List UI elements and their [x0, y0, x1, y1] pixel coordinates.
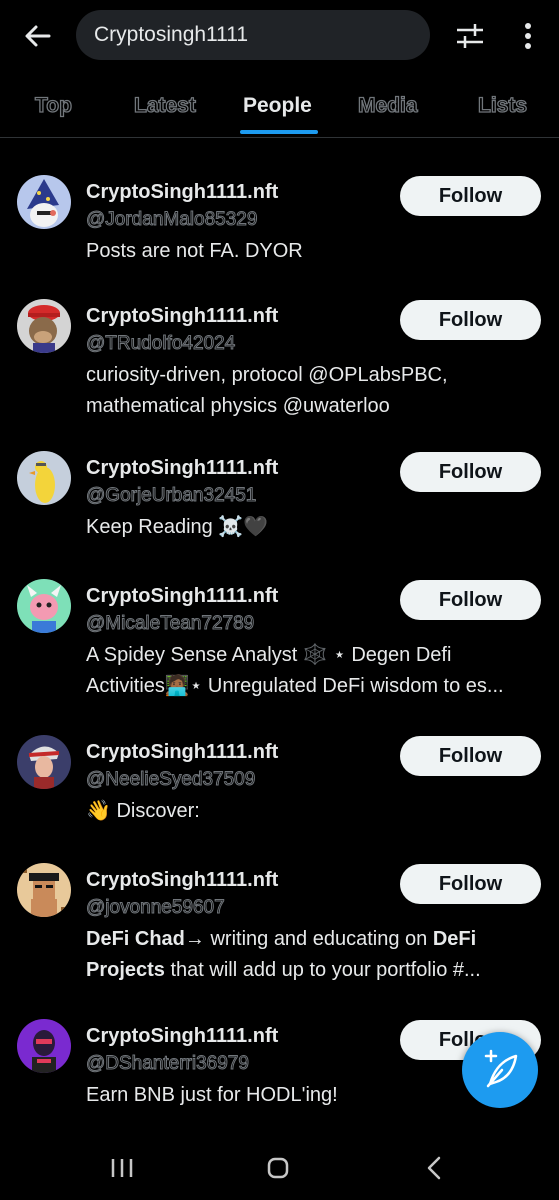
bio-text: → writing and educating on [184, 928, 433, 950]
avatar[interactable] [17, 1019, 71, 1073]
avatar[interactable] [17, 175, 71, 229]
compose-post-button[interactable] [462, 1032, 538, 1108]
bio-line: DeFi Chad→ writing and educating on DeFi [86, 924, 526, 955]
user-handle[interactable]: @GorjeUrban32451 [85, 485, 256, 507]
arrow-left-icon [25, 25, 51, 47]
bio-line: Keep Reading ☠️🖤 [86, 516, 269, 538]
user-handle[interactable]: @TRudolfo42024 [85, 333, 235, 355]
user-display-name[interactable]: CryptoSingh1111.nft [86, 741, 278, 764]
active-tab-indicator [240, 130, 318, 134]
avatar[interactable] [17, 579, 71, 633]
follow-button[interactable]: Follow [400, 176, 541, 216]
user-handle[interactable]: @DShanterri36979 [86, 1053, 250, 1075]
user-handle[interactable]: @NeelieSyed37509 [85, 769, 255, 791]
bio-line: curiosity-driven, protocol @OPLabsPBC, [86, 364, 448, 386]
system-navigation-bar [0, 1135, 559, 1200]
avatar[interactable] [17, 735, 71, 789]
avatar[interactable] [17, 299, 71, 353]
user-bio: curiosity-driven, protocol @OPLabsPBC, m… [86, 360, 526, 422]
bio-line: Projects that will add up to your portfo… [86, 955, 526, 986]
user-bio: 👋 Discover: [86, 796, 526, 827]
follow-button[interactable]: Follow [400, 452, 541, 492]
tab-latest[interactable]: Latest [133, 93, 196, 118]
user-display-name[interactable]: CryptoSingh1111.nft [86, 457, 278, 480]
user-display-name[interactable]: CryptoSingh1111.nft [86, 869, 278, 892]
bio-text: that will add up to your portfolio #... [164, 959, 481, 981]
tab-people[interactable]: People [243, 94, 312, 118]
user-display-name[interactable]: CryptoSingh1111.nft [86, 305, 278, 328]
user-bio: Posts are not FA. DYOR [86, 236, 526, 267]
system-back-button[interactable] [414, 1153, 454, 1183]
bio-bold-text: DeFi [432, 928, 477, 950]
chevron-left-icon [427, 1156, 441, 1180]
user-display-name[interactable]: CryptoSingh1111.nft [86, 181, 278, 204]
user-handle[interactable]: @jovonne59607 [86, 897, 226, 919]
follow-button[interactable]: Follow [400, 580, 541, 620]
avatar[interactable] [17, 863, 71, 917]
user-bio: Keep Reading ☠️🖤 [86, 512, 526, 543]
follow-button[interactable]: Follow [400, 300, 541, 340]
user-bio: A Spidey Sense Analyst 🕸️ ⋆ Degen Defi A… [86, 640, 526, 702]
bio-line: mathematical physics @uwaterloo [86, 395, 390, 417]
more-vertical-icon [525, 23, 531, 49]
top-bar: Cryptosingh1111 [0, 0, 559, 72]
feather-plus-icon [484, 1049, 518, 1088]
follow-button[interactable]: Follow [400, 736, 541, 776]
bio-bold-text: Projects [86, 959, 165, 981]
recents-icon [111, 1159, 133, 1177]
follow-button[interactable]: Follow [400, 864, 541, 904]
bio-line: Earn BNB just for HODL'ing! [86, 1084, 338, 1106]
tab-lists[interactable]: Lists [477, 93, 527, 118]
bio-line: 👋 Discover: [86, 800, 200, 822]
user-handle[interactable]: @JordanMalo85329 [85, 209, 257, 231]
bio-bold-text: DeFi Chad [86, 928, 185, 950]
bio-line: Posts are not FA. DYOR [86, 240, 303, 262]
tab-media[interactable]: Media [357, 93, 418, 118]
home-icon [267, 1157, 289, 1179]
search-tabs: Top Latest People Media Lists [0, 72, 559, 138]
sliders-icon [457, 24, 483, 48]
tab-top[interactable]: Top [34, 93, 72, 118]
user-bio: Earn BNB just for HODL'ing! [86, 1080, 526, 1111]
bio-line: A Spidey Sense Analyst 🕸️ ⋆ Degen Defi [86, 644, 452, 666]
more-options-button[interactable] [516, 18, 540, 54]
user-bio: DeFi Chad→ writing and educating on DeFi… [86, 924, 526, 986]
search-filter-button[interactable] [454, 20, 486, 52]
user-display-name[interactable]: CryptoSingh1111.nft [86, 585, 278, 608]
recents-button[interactable] [102, 1153, 142, 1183]
user-handle[interactable]: @MicaleTean72789 [85, 613, 254, 635]
user-display-name[interactable]: CryptoSingh1111.nft [86, 1025, 278, 1048]
bio-line: Activities🧑🏾‍💻⋆ Unregulated DeFi wisdom … [86, 675, 504, 697]
avatar[interactable] [17, 451, 71, 505]
back-button[interactable] [22, 20, 54, 52]
search-input[interactable]: Cryptosingh1111 [76, 10, 430, 60]
search-query: Cryptosingh1111 [94, 23, 249, 46]
home-button[interactable] [258, 1153, 298, 1183]
